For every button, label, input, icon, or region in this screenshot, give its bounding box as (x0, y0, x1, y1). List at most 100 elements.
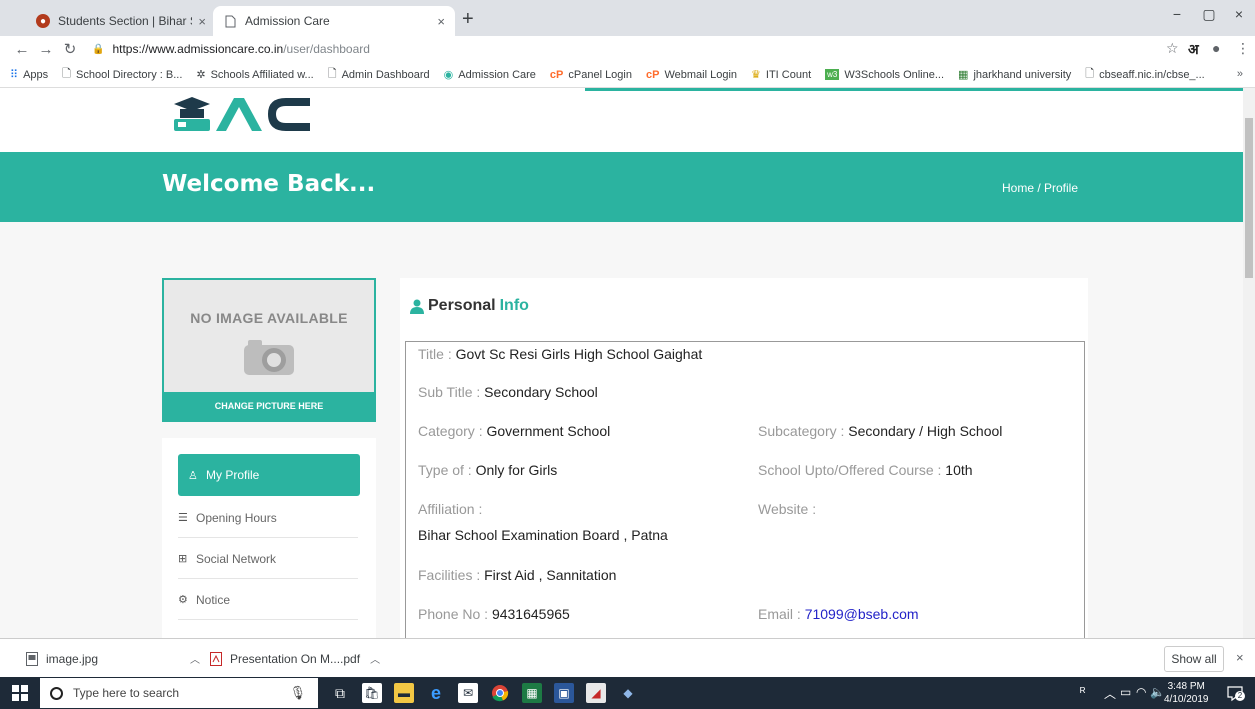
reload-icon[interactable]: ↻ (58, 40, 82, 58)
tab-admission-care[interactable]: Admission Care × (213, 6, 455, 36)
app-icon[interactable]: ◆ (618, 683, 638, 703)
mail-icon[interactable]: ✉ (458, 683, 478, 703)
header-accent-line (585, 88, 1243, 91)
notification-center-icon[interactable]: 2 (1226, 684, 1245, 702)
admission-care-logo[interactable] (170, 92, 310, 132)
download-item-presentation[interactable]: Presentation On M....pdf ︿ (210, 651, 380, 666)
profile-side-menu: ♙ My Profile ☰ Opening Hours ⊞ Social Ne… (162, 438, 376, 638)
bookmark-label: cbseaff.nic.in/cbse_... (1099, 68, 1205, 81)
minimize-button[interactable]: − (1162, 6, 1192, 22)
profile-avatar-icon[interactable]: ● (1212, 40, 1220, 56)
language-button[interactable]: अ (1188, 40, 1199, 59)
breadcrumb[interactable]: Home / Profile (1002, 181, 1078, 195)
bookmark-admin-dashboard[interactable]: 🗋 Admin Dashboard (328, 65, 430, 84)
scrollbar-thumb[interactable] (1245, 118, 1253, 278)
people-icon[interactable]: ᴿ (1080, 685, 1085, 699)
page-scrollbar[interactable] (1243, 88, 1255, 638)
image-viewer-icon[interactable]: ◢ (586, 683, 606, 703)
bookmark-apps[interactable]: ⠿ Apps (10, 68, 48, 82)
menu-item-my-profile[interactable]: ♙ My Profile (178, 454, 360, 496)
menu-item-social-network[interactable]: ⊞ Social Network (178, 539, 358, 579)
field-title: Title : Govt Sc Resi Girls High School G… (418, 346, 702, 362)
bookmark-webmail-login[interactable]: cP Webmail Login (646, 69, 737, 81)
chrome-icon[interactable] (490, 683, 510, 703)
excel-icon[interactable]: ▦ (522, 683, 542, 703)
download-item-image[interactable]: image.jpg ︿ (26, 651, 200, 666)
building-icon: ▦ (958, 69, 969, 81)
tray-chevron-icon[interactable]: ︿ (1104, 685, 1116, 702)
field-label: School Upto/Offered Course : (758, 462, 942, 478)
gears-icon: ⚙ (178, 594, 188, 606)
edge-browser-icon[interactable]: e (426, 683, 446, 703)
file-explorer-icon[interactable]: ▬ (394, 683, 414, 703)
bookmark-star-icon[interactable]: ☆ (1166, 40, 1179, 57)
download-filename: Presentation On M....pdf (230, 651, 361, 666)
personal-info-heading: Personal Info (410, 297, 529, 315)
browser-tab-strip: ● Students Section | Bihar School E × Ad… (0, 0, 1255, 36)
download-filename: image.jpg (46, 651, 99, 666)
tab-close-icon[interactable]: × (198, 14, 206, 29)
bookmark-admission-care[interactable]: ◉ Admission Care (443, 68, 536, 82)
bookmark-schools-affiliated[interactable]: ✲ Schools Affiliated w... (196, 68, 313, 82)
clock-time: 3:48 PM (1167, 681, 1205, 692)
back-arrow-icon[interactable]: ← (10, 41, 34, 58)
email-link[interactable]: 71099@bseb.com (805, 606, 919, 622)
tab-close-icon[interactable]: × (437, 14, 445, 29)
field-label: Website : (758, 501, 817, 517)
field-label: Facilities : (418, 567, 481, 583)
bookmark-label: ITI Count (765, 68, 812, 81)
bookmark-cpanel-login[interactable]: cP cPanel Login (550, 69, 632, 81)
field-value: Secondary School (484, 384, 598, 400)
bookmark-label: jharkhand university (973, 68, 1072, 81)
taskbar-clock[interactable]: 3:48 PM 4/10/2019 (1164, 680, 1209, 706)
url-host: https://www.admissioncare.co.in (112, 42, 284, 56)
field-label: Sub Title : (418, 384, 481, 400)
menu-item-label: Social Network (196, 551, 277, 566)
field-value: Bihar School Examination Board , Patna (418, 527, 668, 543)
maximize-button[interactable]: ▢ (1194, 6, 1224, 23)
chevron-up-icon[interactable]: ︿ (370, 651, 380, 666)
menu-item-label: My Profile (206, 468, 260, 482)
cortana-circle-icon (50, 686, 63, 700)
field-label: Type of : (418, 462, 472, 478)
field-subtitle: Sub Title : Secondary School (418, 384, 598, 400)
new-tab-button[interactable]: + (462, 8, 474, 31)
microphone-icon[interactable]: 🎙 (289, 685, 306, 701)
bookmark-iti-count[interactable]: ♛ ITI Count (751, 68, 812, 82)
close-window-button[interactable]: × (1224, 6, 1254, 22)
forward-arrow-icon[interactable]: → (34, 41, 58, 58)
bookmark-school-directory[interactable]: 🗋 School Directory : B... (62, 65, 182, 84)
battery-icon[interactable]: ▭ (1120, 685, 1131, 699)
bookmark-cbseaff[interactable]: 🗋 cbseaff.nic.in/cbse_... (1085, 65, 1204, 84)
url-path: /user/dashboard (283, 42, 370, 56)
field-label: Affiliation : (418, 501, 483, 517)
bookmarks-overflow-button[interactable]: » (1237, 68, 1243, 80)
taskbar-search-input[interactable]: Type here to search 🎙 (40, 678, 318, 708)
close-downloads-icon[interactable]: × (1236, 650, 1244, 665)
bookmark-w3schools[interactable]: w3 W3Schools Online... (825, 69, 944, 81)
field-affiliation-value: Bihar School Examination Board , Patna (418, 527, 668, 543)
clock-date: 4/10/2019 (1164, 694, 1209, 705)
menu-item-opening-hours[interactable]: ☰ Opening Hours (178, 498, 358, 538)
store-icon[interactable]: 🛍 (362, 683, 382, 703)
task-view-icon[interactable]: ⧉ (330, 683, 350, 703)
publisher-icon[interactable]: ▣ (554, 683, 574, 703)
bookmark-jharkhand-university[interactable]: ▦ jharkhand university (958, 68, 1072, 82)
field-value: First Aid , Sannitation (484, 567, 617, 583)
address-bar[interactable]: 🔒 https://www.admissioncare.co.in/user/d… (92, 38, 1122, 60)
person-icon (410, 299, 424, 314)
volume-icon[interactable]: 🔈 (1150, 685, 1165, 699)
windows-start-icon[interactable] (12, 685, 28, 701)
bseb-favicon-icon: ● (36, 14, 50, 28)
user-icon: ♙ (188, 469, 198, 482)
cpanel-icon: cP (645, 68, 660, 81)
change-picture-button[interactable]: CHANGE PICTURE HERE (164, 392, 374, 420)
tab-students-section[interactable]: ● Students Section | Bihar School E × (26, 6, 216, 36)
menu-item-notice[interactable]: ⚙ Notice (178, 580, 358, 620)
show-all-downloads-button[interactable]: Show all (1164, 646, 1224, 672)
welcome-banner: Welcome Back... Home / Profile (0, 152, 1243, 222)
chevron-up-icon[interactable]: ︿ (190, 651, 200, 666)
wifi-icon[interactable]: ◠ (1136, 685, 1146, 699)
kebab-menu-icon[interactable]: ⋮ (1236, 40, 1250, 57)
location-pin-icon: ◉ (443, 69, 454, 81)
